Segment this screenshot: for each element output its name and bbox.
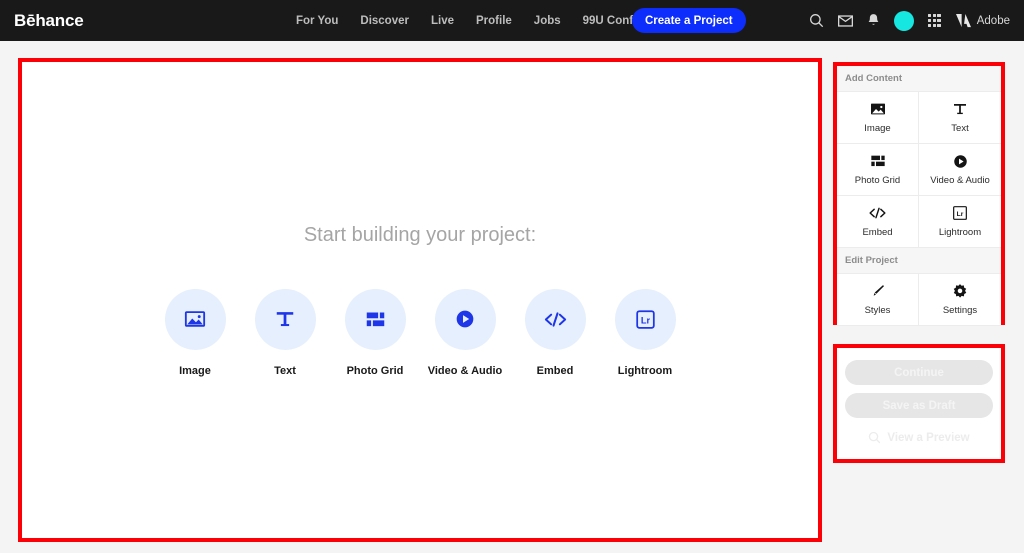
canvas-tool-lightroom[interactable]: Lr Lightroom bbox=[614, 288, 676, 377]
sidebar-item-lightroom[interactable]: Lr Lightroom bbox=[919, 196, 1001, 248]
sidebar-item-embed[interactable]: Embed bbox=[837, 196, 919, 248]
svg-text:Lr: Lr bbox=[640, 315, 650, 325]
sidebar-item-video-audio-label: Video & Audio bbox=[930, 174, 990, 186]
sidebar-item-photo-grid-label: Photo Grid bbox=[854, 175, 901, 186]
search-icon[interactable] bbox=[809, 13, 824, 28]
sidebar-item-text-label: Text bbox=[951, 123, 969, 134]
svg-text:Lr: Lr bbox=[957, 211, 964, 218]
sidebar-item-styles-label: Styles bbox=[864, 305, 891, 316]
canvas-tool-text-circle bbox=[254, 288, 316, 350]
text-icon bbox=[276, 312, 294, 327]
canvas-tool-lightroom-label: Lightroom bbox=[617, 364, 673, 377]
canvas-tool-text-label: Text bbox=[274, 364, 296, 377]
app-switcher-grid-icon[interactable] bbox=[927, 14, 941, 27]
canvas-tool-photo-grid[interactable]: Photo Grid bbox=[344, 288, 406, 377]
sidebar-item-image-label: Image bbox=[864, 123, 891, 134]
sidebar-item-styles[interactable]: Styles bbox=[837, 274, 919, 326]
sidebar-item-settings-label: Settings bbox=[942, 305, 978, 316]
actions-panel-highlight: Continue Save as Draft View a Preview bbox=[833, 344, 1005, 463]
lightroom-icon: Lr bbox=[635, 309, 655, 329]
edit-project-section-title: Edit Project bbox=[837, 248, 1001, 274]
continue-button[interactable]: Continue bbox=[845, 360, 993, 385]
video-audio-icon bbox=[953, 154, 967, 168]
nav-right-icons: Adobe bbox=[809, 0, 1010, 41]
image-icon bbox=[184, 311, 206, 327]
canvas-tool-photo-grid-label: Photo Grid bbox=[346, 364, 404, 377]
embed-code-icon bbox=[544, 311, 566, 327]
paintbrush-icon bbox=[873, 285, 884, 296]
view-a-preview-button[interactable]: View a Preview bbox=[868, 431, 970, 444]
notifications-bell-icon[interactable] bbox=[867, 13, 880, 28]
sidebar-item-lightroom-label: Lightroom bbox=[938, 227, 982, 238]
sidebar-item-embed-label: Embed bbox=[862, 227, 893, 238]
nav-link-discover[interactable]: Discover bbox=[360, 15, 409, 27]
canvas-tool-photo-grid-circle bbox=[344, 288, 406, 350]
video-audio-icon bbox=[456, 310, 474, 328]
adobe-label: Adobe bbox=[976, 14, 1010, 27]
image-icon bbox=[870, 103, 885, 115]
canvas-tool-video-audio[interactable]: Video & Audio bbox=[428, 288, 502, 377]
sidebar-item-photo-grid[interactable]: Photo Grid bbox=[837, 144, 919, 196]
canvas-tool-video-audio-circle bbox=[434, 288, 496, 350]
nav-link-live[interactable]: Live bbox=[431, 15, 454, 27]
canvas-tool-video-audio-label: Video & Audio bbox=[427, 364, 503, 377]
photo-grid-icon bbox=[366, 312, 384, 326]
canvas-tool-text[interactable]: Text bbox=[254, 288, 316, 377]
sidebar-item-image[interactable]: Image bbox=[837, 92, 919, 144]
nav-link-profile[interactable]: Profile bbox=[476, 15, 512, 27]
gear-icon bbox=[953, 284, 967, 298]
canvas-tool-embed[interactable]: Embed bbox=[524, 288, 586, 377]
canvas-heading: Start building your project: bbox=[303, 223, 537, 246]
nav-links: For You Discover Live Profile Jobs 99U C… bbox=[296, 0, 670, 41]
behance-logo[interactable]: Bēhance bbox=[14, 11, 84, 31]
user-avatar[interactable] bbox=[893, 10, 914, 31]
canvas-tool-lightroom-circle: Lr bbox=[614, 288, 676, 350]
lightroom-icon: Lr bbox=[953, 206, 967, 220]
top-navbar: Bēhance For You Discover Live Profile Jo… bbox=[0, 0, 1024, 41]
sidebar-item-text[interactable]: Text bbox=[919, 92, 1001, 144]
canvas-tool-embed-label: Embed bbox=[536, 364, 574, 377]
text-icon bbox=[954, 104, 966, 115]
view-a-preview-label: View a Preview bbox=[887, 431, 970, 444]
project-canvas-highlight: Start building your project: Image Text … bbox=[18, 58, 822, 542]
create-a-project-button[interactable]: Create a Project bbox=[632, 8, 746, 33]
add-content-panel-highlight: Add Content Image Text Photo Grid Video … bbox=[833, 62, 1005, 326]
add-content-section-title: Add Content bbox=[837, 66, 1001, 92]
embed-code-icon bbox=[869, 207, 886, 219]
nav-link-jobs[interactable]: Jobs bbox=[534, 15, 561, 27]
canvas-tool-image[interactable]: Image bbox=[164, 288, 226, 377]
canvas-tool-image-label: Image bbox=[179, 364, 211, 377]
add-content-grid: Image Text Photo Grid Video & Audio Embe… bbox=[837, 92, 1001, 248]
sidebar-item-settings[interactable]: Settings bbox=[919, 274, 1001, 326]
save-as-draft-button[interactable]: Save as Draft bbox=[845, 393, 993, 418]
canvas-tool-embed-circle bbox=[524, 288, 586, 350]
adobe-logo-icon bbox=[955, 13, 971, 28]
photo-grid-icon bbox=[870, 155, 885, 167]
edit-project-grid: Styles Settings bbox=[837, 274, 1001, 326]
messages-icon[interactable] bbox=[837, 14, 853, 27]
project-canvas[interactable]: Start building your project: Image Text … bbox=[22, 62, 818, 538]
sidebar-item-video-audio[interactable]: Video & Audio bbox=[919, 144, 1001, 196]
search-icon bbox=[869, 431, 881, 444]
canvas-tool-image-circle bbox=[164, 288, 226, 350]
adobe-brand-link[interactable]: Adobe bbox=[955, 13, 1010, 28]
nav-link-for-you[interactable]: For You bbox=[296, 15, 338, 27]
canvas-tool-row: Image Text Photo Grid Video & Audio Embe… bbox=[164, 288, 676, 377]
